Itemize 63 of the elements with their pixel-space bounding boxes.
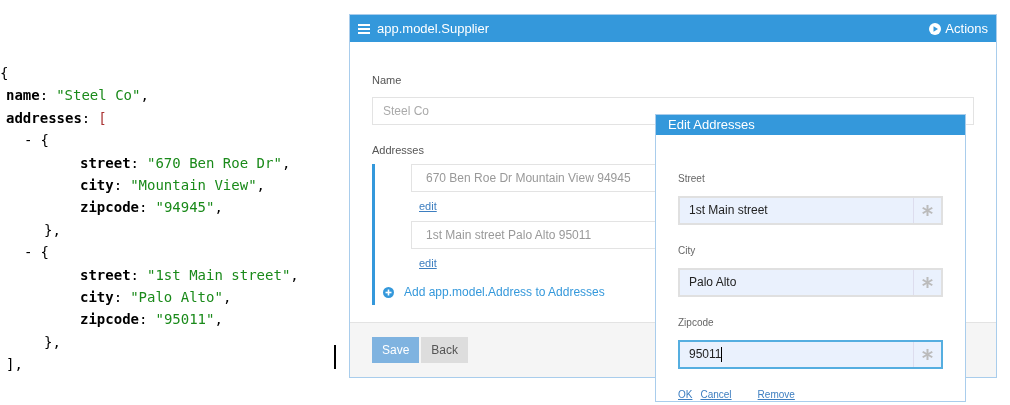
dialog-title: Edit Addresses <box>656 115 965 135</box>
code-bracket: ], <box>6 355 23 375</box>
code-brace: }, <box>44 332 61 352</box>
code-key: name <box>6 84 40 107</box>
panel-title: app.model.Supplier <box>377 19 490 38</box>
code-string: "Palo Alto" <box>130 288 223 308</box>
field-label: Zipcode <box>678 315 715 330</box>
text-field[interactable]: 95011 <box>678 339 943 369</box>
code-dash: - <box>24 243 33 263</box>
menu-icon[interactable] <box>358 23 370 34</box>
code-punctuation: , <box>140 86 149 106</box>
code-string: "670 Ben Roe Dr" <box>147 153 282 173</box>
code-string: "95011" <box>155 310 215 330</box>
actions-button[interactable]: Actions <box>929 18 988 39</box>
code-punctuation: : <box>130 153 139 173</box>
back-button[interactable]: Back <box>421 337 469 363</box>
edit-link[interactable]: edit <box>419 200 437 212</box>
asterisk-icon <box>922 276 933 288</box>
code-punctuation: : <box>139 198 148 218</box>
field-label: Name <box>372 73 403 88</box>
text-cursor-icon <box>334 345 336 369</box>
dialog-link[interactable]: Remove <box>757 386 795 402</box>
code-punctuation: : <box>139 310 148 330</box>
dialog-link[interactable]: Cancel <box>700 386 732 402</box>
code-key: street <box>80 263 131 287</box>
asterisk-icon <box>922 204 933 216</box>
code-punctuation: , <box>256 176 266 196</box>
asterisk-icon <box>922 348 933 360</box>
code-key: zipcode <box>80 196 139 219</box>
code-punctuation: : <box>81 108 91 128</box>
dialog-link[interactable]: OK <box>678 386 693 402</box>
text-field[interactable]: Palo Alto <box>678 267 943 297</box>
add-address-link[interactable]: Add app.model.Address to Addresses <box>404 283 605 301</box>
code-punctuation: : <box>113 288 123 308</box>
code-string: "94945" <box>155 198 215 218</box>
code-key: city <box>80 286 114 309</box>
field-label: Addresses <box>372 142 425 158</box>
code-string: "1st Main street" <box>147 265 291 285</box>
play-icon <box>929 22 942 35</box>
code-brace: { <box>40 243 49 263</box>
code-string: "Steel Co" <box>56 86 141 106</box>
add-icon[interactable] <box>383 286 394 298</box>
code-punctuation: , <box>281 153 291 173</box>
code-brace: { <box>0 64 9 83</box>
code-punctuation: , <box>222 288 232 308</box>
code-punctuation: : <box>39 86 49 106</box>
code-dash: - <box>24 131 33 151</box>
code-bracket: [ <box>98 108 107 128</box>
text-field[interactable]: 1st Main street <box>678 195 943 225</box>
code-punctuation: , <box>290 265 299 285</box>
code-brace: }, <box>44 220 61 240</box>
code-key: addresses <box>6 106 82 130</box>
code-punctuation: : <box>113 176 123 196</box>
code-punctuation: , <box>214 198 223 218</box>
field-label: Street <box>678 171 706 186</box>
edit-link[interactable]: edit <box>419 256 437 269</box>
code-key: street <box>80 151 131 175</box>
code-punctuation: : <box>130 265 139 285</box>
code-key: zipcode <box>80 308 139 331</box>
code-string: "Mountain View" <box>130 176 257 196</box>
code-key: city <box>80 174 114 197</box>
code-brace: { <box>40 131 49 151</box>
code-punctuation: , <box>214 310 223 330</box>
